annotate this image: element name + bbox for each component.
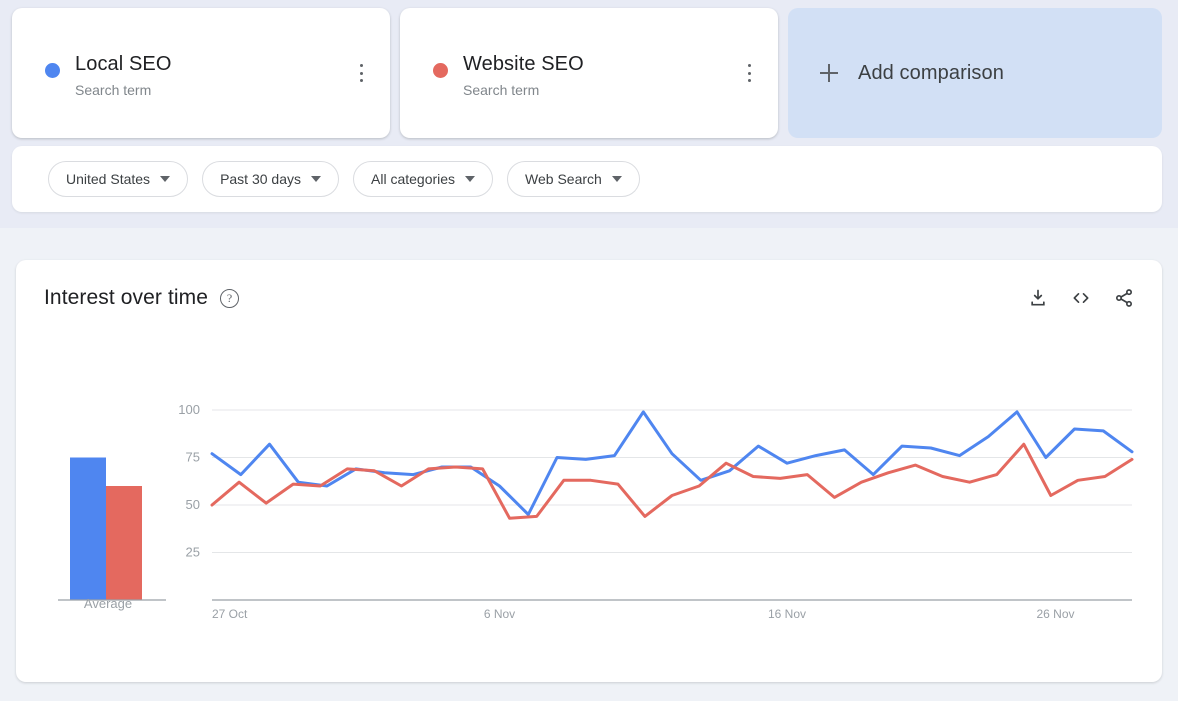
filter-category-label: All categories: [371, 171, 456, 187]
y-axis-tick: 50: [186, 497, 200, 512]
more-options-icon-2[interactable]: [740, 64, 758, 82]
search-term-card-2[interactable]: Website SEO Search term: [400, 8, 778, 138]
plus-icon: [820, 64, 838, 82]
y-axis-tick: 100: [178, 402, 200, 417]
google-trends-page: Local SEO Search term Website SEO Search…: [0, 0, 1178, 701]
chevron-down-icon: [611, 176, 622, 182]
filter-location-label: United States: [66, 171, 151, 187]
average-bars-label: Average: [83, 596, 133, 611]
series-line-1: [210, 410, 1134, 516]
filter-time-range[interactable]: Past 30 days: [202, 161, 339, 197]
filter-search-type[interactable]: Web Search: [507, 161, 640, 197]
average-bar-2: [106, 486, 142, 600]
filter-location[interactable]: United States: [48, 161, 189, 197]
search-term-title-1: Local SEO: [75, 53, 172, 75]
search-term-card-1[interactable]: Local SEO Search term: [12, 8, 390, 138]
filter-category[interactable]: All categories: [353, 161, 494, 197]
more-options-icon-1[interactable]: [352, 64, 370, 82]
search-term-subtitle-1: Search term: [75, 82, 152, 98]
x-axis-tick: 16 Nov: [768, 607, 806, 621]
interest-over-time-card: Interest over time ? 100 75 50 25 27 Oct…: [16, 260, 1162, 682]
filter-search-type-label: Web Search: [525, 171, 602, 187]
series-color-dot-2: [433, 63, 448, 78]
series-color-dot-1: [45, 63, 60, 78]
add-comparison-label: Add comparison: [858, 61, 1004, 84]
y-axis-tick: 75: [186, 450, 200, 465]
search-terms-row: Local SEO Search term Website SEO Search…: [12, 8, 1166, 138]
filter-bar: United States Past 30 days All categorie…: [12, 146, 1162, 212]
x-axis-tick: 26 Nov: [1036, 607, 1074, 621]
chevron-down-icon: [311, 176, 321, 182]
filter-time-range-label: Past 30 days: [220, 171, 301, 187]
y-axis-tick: 25: [186, 545, 200, 560]
add-comparison-button[interactable]: Add comparison: [788, 8, 1162, 138]
chevron-down-icon: [465, 176, 476, 182]
search-term-title-2: Website SEO: [463, 53, 584, 75]
average-bar-1: [70, 457, 106, 600]
x-axis-tick: 6 Nov: [484, 607, 515, 621]
search-term-subtitle-2: Search term: [463, 82, 540, 98]
chart-plot-area: 100 75 50 25 27 Oct 6 Nov 16 Nov 26 Nov Average: [16, 260, 1162, 682]
chevron-down-icon: [160, 176, 171, 182]
x-axis-tick: 27 Oct: [212, 607, 248, 621]
interest-over-time-chart[interactable]: 100 75 50 25 27 Oct 6 Nov 16 Nov 26 Nov: [16, 260, 1162, 682]
